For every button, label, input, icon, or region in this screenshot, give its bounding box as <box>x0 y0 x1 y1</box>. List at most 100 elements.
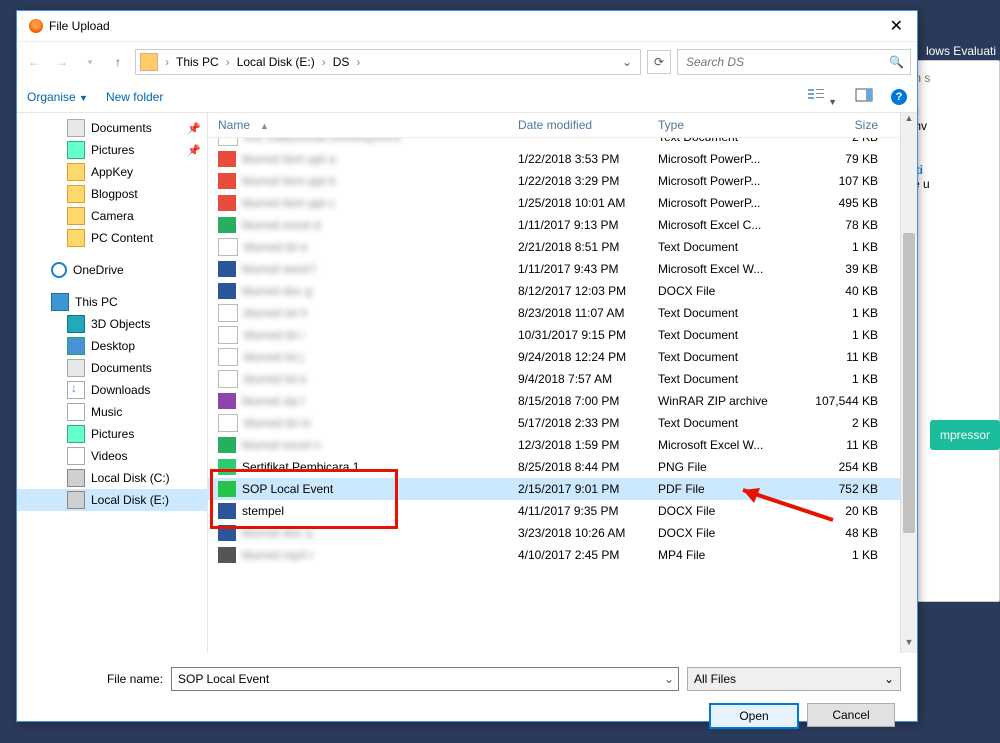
file-date: 2/15/2017 9:01 PM <box>518 482 658 496</box>
title-bar: File Upload ✕ <box>17 11 917 42</box>
file-list[interactable]: IDE DailySocial DevelopmentText Document… <box>208 138 917 618</box>
cancel-button[interactable]: Cancel <box>807 703 895 727</box>
sidebar-item-appkey[interactable]: AppKey <box>17 161 207 183</box>
help-button[interactable]: ? <box>891 89 907 105</box>
file-row[interactable]: blurred doc q3/23/2018 10:26 AMDOCX File… <box>208 522 917 544</box>
file-row[interactable]: blurred txt j9/24/2018 12:24 PMText Docu… <box>208 346 917 368</box>
file-icon <box>218 138 238 146</box>
file-row[interactable]: blurred txt e2/21/2018 8:51 PMText Docum… <box>208 236 917 258</box>
file-type: Text Document <box>658 138 798 144</box>
up-button[interactable]: ↑ <box>107 51 129 73</box>
file-date: 3/23/2018 10:26 AM <box>518 526 658 540</box>
filename-combobox[interactable]: ⌄ <box>171 667 679 691</box>
background-compressor-button[interactable]: mpressor <box>930 420 1000 450</box>
crumb-dropdown[interactable]: ⌄ <box>618 55 636 69</box>
file-type: Microsoft Excel W... <box>658 262 798 276</box>
file-type: Microsoft PowerP... <box>658 174 798 188</box>
preview-pane-button[interactable] <box>855 87 873 108</box>
sidebar-label: Camera <box>91 209 134 223</box>
search-input[interactable] <box>684 54 889 70</box>
file-icon <box>218 348 238 366</box>
organise-menu[interactable]: Organise ▼ <box>27 90 88 104</box>
file-name: blurred zip l <box>242 394 304 408</box>
file-row[interactable]: blurred txt i10/31/2017 9:15 PMText Docu… <box>208 324 917 346</box>
open-button[interactable]: Open <box>709 703 799 729</box>
col-type[interactable]: Type <box>658 118 798 132</box>
sidebar-item-pc-content[interactable]: PC Content <box>17 227 207 249</box>
breadcrumb-bar[interactable]: › This PC › Local Disk (E:) › DS › ⌄ <box>135 49 641 75</box>
back-button[interactable]: ← <box>23 51 45 73</box>
file-type-filter[interactable]: All Files ⌄ <box>687 667 901 691</box>
sidebar-item-camera[interactable]: Camera <box>17 205 207 227</box>
recent-dropdown[interactable]: ▾ <box>79 51 101 73</box>
sidebar-item-music[interactable]: Music <box>17 401 207 423</box>
folder-icon <box>140 53 158 71</box>
sidebar-item-blogpost[interactable]: Blogpost <box>17 183 207 205</box>
crumb-folder[interactable]: DS <box>329 55 354 69</box>
crumb-disk[interactable]: Local Disk (E:) <box>233 55 319 69</box>
sidebar-label: Blogpost <box>91 187 138 201</box>
file-size: 48 KB <box>798 526 894 540</box>
filename-input[interactable] <box>176 671 664 687</box>
vertical-scrollbar[interactable]: ▲ ▼ <box>900 113 917 653</box>
file-date: 1/22/2018 3:29 PM <box>518 174 658 188</box>
sidebar-item-onedrive[interactable]: OneDrive <box>17 259 207 281</box>
file-row[interactable]: blurred doc g8/12/2017 12:03 PMDOCX File… <box>208 280 917 302</box>
nav-bar: ← → ▾ ↑ › This PC › Local Disk (E:) › DS… <box>17 42 917 82</box>
file-row[interactable]: blurred item ppt a1/22/2018 3:53 PMMicro… <box>208 148 917 170</box>
col-name[interactable]: Name▲ <box>218 118 518 132</box>
file-type: Text Document <box>658 240 798 254</box>
sidebar-item-pictures[interactable]: Pictures📌 <box>17 139 207 161</box>
view-options-button[interactable]: ▼ <box>807 87 837 108</box>
folder-icon <box>67 141 85 159</box>
file-row[interactable]: blurred txt m5/17/2018 2:33 PMText Docum… <box>208 412 917 434</box>
crumb-thispc[interactable]: This PC <box>172 55 223 69</box>
file-row[interactable]: blurred excel n12/3/2018 1:59 PMMicrosof… <box>208 434 917 456</box>
file-row[interactable]: Sertifikat Pembicara 18/25/2018 8:44 PMP… <box>208 456 917 478</box>
new-folder-button[interactable]: New folder <box>106 90 163 104</box>
file-row[interactable]: blurred txt h8/23/2018 11:07 AMText Docu… <box>208 302 917 324</box>
file-row[interactable]: blurred item ppt c1/25/2018 10:01 AMMicr… <box>208 192 917 214</box>
file-row[interactable]: blurred mp4 r4/10/2017 2:45 PMMP4 File1 … <box>208 544 917 566</box>
close-button[interactable]: ✕ <box>882 16 911 36</box>
search-box[interactable]: 🔍 <box>677 49 911 75</box>
file-date: 2/21/2018 8:51 PM <box>518 240 658 254</box>
sidebar-item-thispc[interactable]: This PC <box>17 291 207 313</box>
file-name: blurred item ppt a <box>242 152 335 166</box>
sidebar-item-desktop[interactable]: Desktop <box>17 335 207 357</box>
file-row[interactable]: stempel4/11/2017 9:35 PMDOCX File20 KB <box>208 500 917 522</box>
refresh-button[interactable]: ⟳ <box>647 50 671 74</box>
sidebar-item-videos[interactable]: Videos <box>17 445 207 467</box>
scroll-up-icon[interactable]: ▲ <box>901 113 917 129</box>
file-row[interactable]: blurred word f1/11/2017 9:43 PMMicrosoft… <box>208 258 917 280</box>
file-row[interactable]: blurred excel d1/11/2017 9:13 PMMicrosof… <box>208 214 917 236</box>
scrollbar-thumb[interactable] <box>903 233 915 533</box>
chevron-down-icon[interactable]: ⌄ <box>664 672 674 686</box>
sidebar-item-documents[interactable]: Documents <box>17 357 207 379</box>
file-row[interactable]: SOP Local Event2/15/2017 9:01 PMPDF File… <box>208 478 917 500</box>
forward-button[interactable]: → <box>51 51 73 73</box>
col-date[interactable]: Date modified <box>518 118 658 132</box>
file-size: 1 KB <box>798 328 894 342</box>
file-name: Sertifikat Pembicara 1 <box>242 460 359 474</box>
file-row[interactable]: IDE DailySocial DevelopmentText Document… <box>208 138 917 148</box>
sidebar-item-local-disk-c-[interactable]: Local Disk (C:) <box>17 467 207 489</box>
col-size[interactable]: Size <box>798 118 894 132</box>
sidebar-label: Documents <box>91 361 152 375</box>
file-size: 495 KB <box>798 196 894 210</box>
file-row[interactable]: blurred txt k9/4/2018 7:57 AMText Docume… <box>208 368 917 390</box>
sidebar-item-pictures[interactable]: Pictures <box>17 423 207 445</box>
scroll-down-icon[interactable]: ▼ <box>901 637 917 653</box>
file-type: Text Document <box>658 328 798 342</box>
drive-icon <box>67 403 85 421</box>
file-row[interactable]: blurred zip l8/15/2018 7:00 PMWinRAR ZIP… <box>208 390 917 412</box>
sidebar-item-local-disk-e-[interactable]: Local Disk (E:) <box>17 489 207 511</box>
sidebar-item-3d-objects[interactable]: 3D Objects <box>17 313 207 335</box>
column-headers: Name▲ Date modified Type Size <box>208 113 917 138</box>
file-row[interactable]: blurred item ppt b1/22/2018 3:29 PMMicro… <box>208 170 917 192</box>
sidebar-item-downloads[interactable]: Downloads <box>17 379 207 401</box>
sidebar-item-documents[interactable]: Documents📌 <box>17 117 207 139</box>
file-size: 2 KB <box>798 138 894 144</box>
file-icon <box>218 370 238 388</box>
file-upload-dialog: File Upload ✕ ← → ▾ ↑ › This PC › Local … <box>16 10 918 722</box>
